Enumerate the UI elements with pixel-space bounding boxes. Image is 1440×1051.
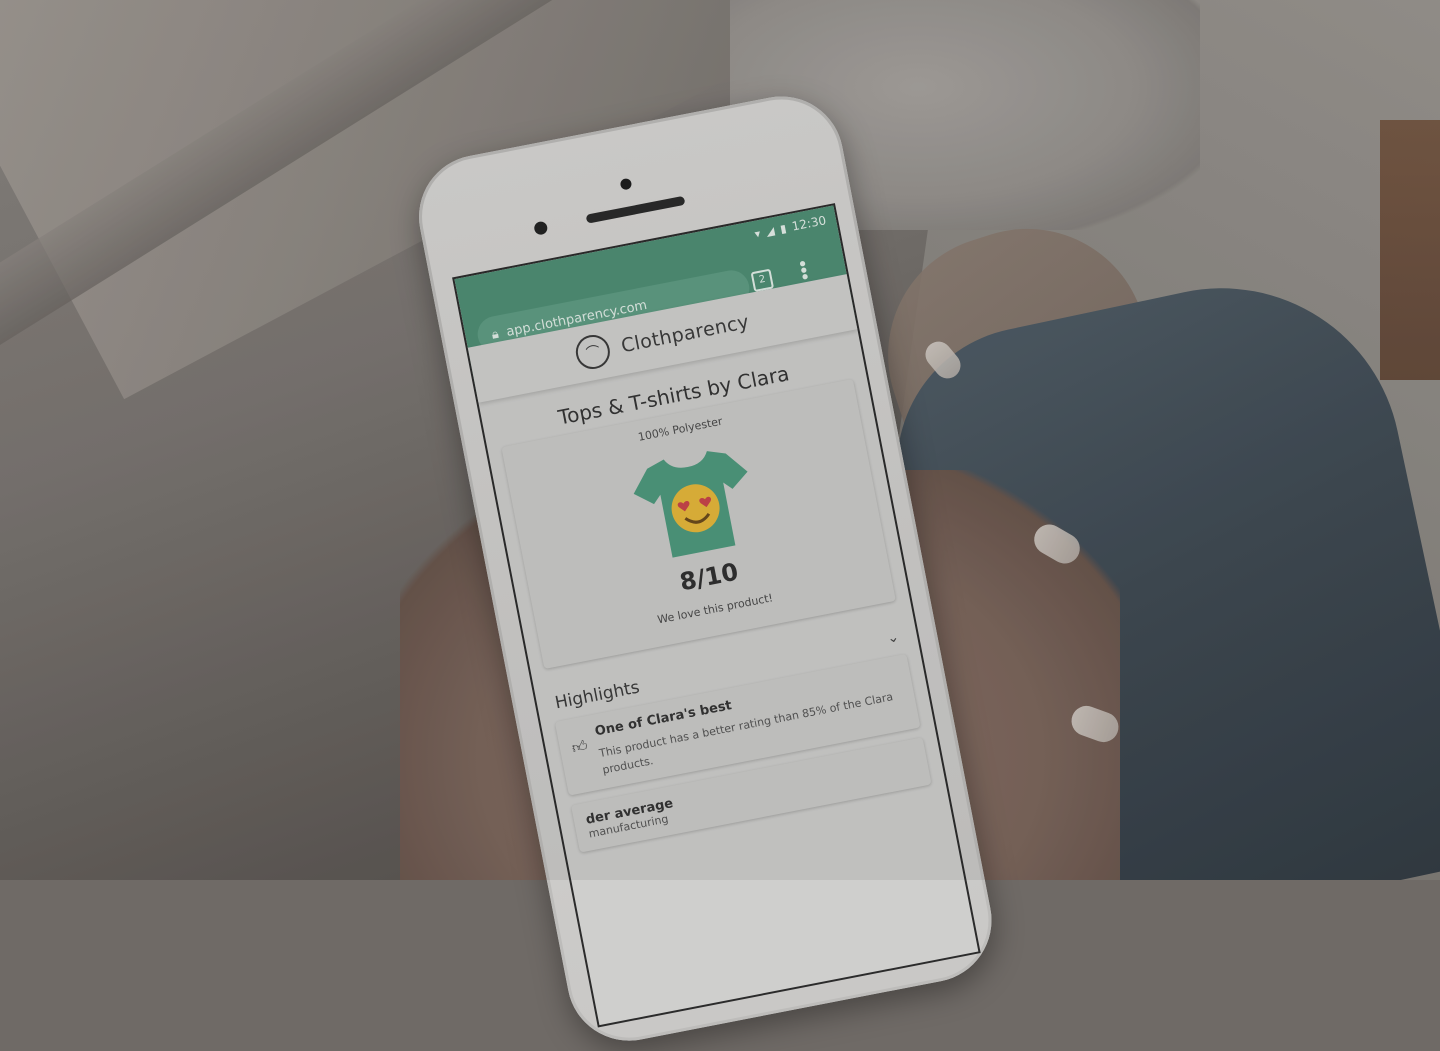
brand-name[interactable]: Clothparency	[619, 311, 751, 357]
thumbs-up-icon: 👍︎	[570, 736, 590, 758]
hanger-tag-icon[interactable]: ⌒	[573, 332, 613, 372]
battery-icon: ▮	[778, 221, 788, 236]
lock-icon: 🔒︎	[490, 326, 501, 343]
earpiece-dot	[619, 177, 633, 191]
status-time: 12:30	[790, 213, 828, 234]
wood-floor-edge	[1380, 120, 1440, 380]
speaker-grille	[585, 195, 686, 224]
chevron-down-icon[interactable]: ⌄	[886, 629, 901, 647]
signal-icon: ◢	[764, 223, 776, 239]
page-content: Tops & T-shirts by Clara 100% Polyester …	[478, 329, 947, 865]
wifi-icon: ▾	[753, 226, 762, 241]
front-camera	[533, 220, 549, 236]
tshirt-graphic	[633, 451, 748, 558]
more-vert-icon[interactable]: •••	[790, 257, 814, 281]
status-bar: ▾ ◢ ▮ 12:30	[753, 213, 827, 241]
